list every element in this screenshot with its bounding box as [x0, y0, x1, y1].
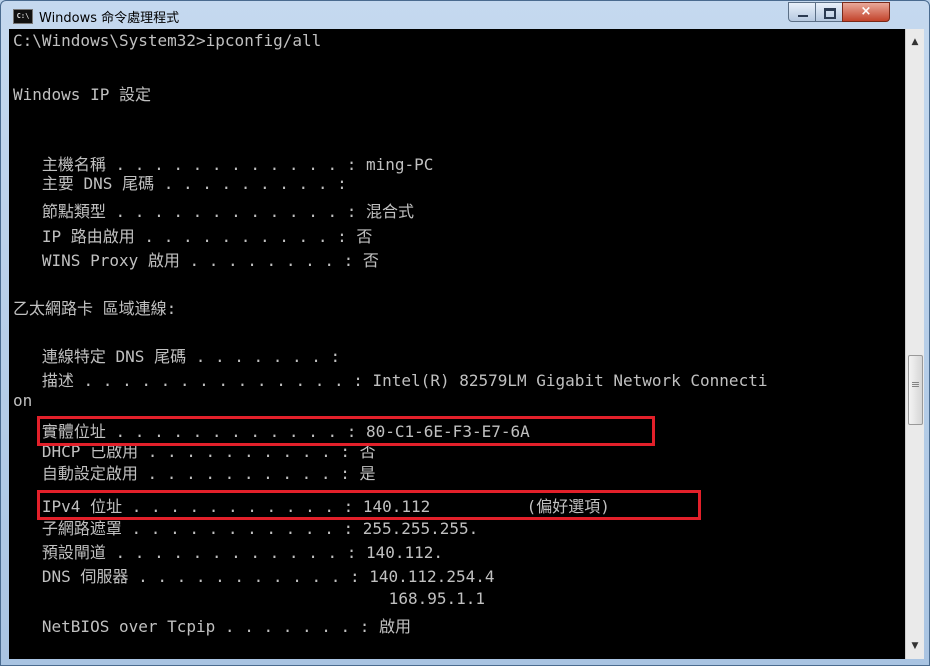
scroll-thumb[interactable] — [908, 355, 923, 425]
console-line: 連線特定 DNS 尾碼 . . . . . . . : — [13, 347, 341, 366]
maximize-button[interactable] — [815, 2, 843, 22]
scroll-up-icon[interactable]: ▲ — [906, 33, 924, 51]
console-line: 主要 DNS 尾碼 . . . . . . . . . : — [13, 174, 347, 193]
console-line: C:\Windows\System32>ipconfig/all — [13, 31, 322, 50]
console-line: on — [13, 391, 33, 410]
console-line: DNS 伺服器 . . . . . . . . . . . : 140.112.… — [13, 567, 495, 586]
console-line: 自動設定啟用 . . . . . . . . . . : 是 — [13, 464, 376, 483]
console-line: WINS Proxy 啟用 . . . . . . . . : 否 — [13, 251, 379, 270]
vertical-scrollbar[interactable]: ▲ ▼ — [905, 29, 924, 659]
console-line: 乙太網路卡 區域連線: — [13, 299, 177, 318]
window-title: Windows 命令處理程式 — [39, 11, 180, 26]
minimize-icon — [789, 3, 815, 21]
highlight-ipv4-address — [37, 490, 701, 520]
scroll-down-icon[interactable]: ▼ — [906, 637, 924, 655]
cmd-icon[interactable]: C:\ — [13, 9, 33, 24]
console-line: 子網路遮罩 . . . . . . . . . . . : 255.255.25… — [13, 519, 479, 538]
maximize-icon — [816, 3, 842, 21]
console-line: 168.95.1.1 — [13, 589, 486, 608]
close-icon: × — [860, 4, 872, 19]
title-bar[interactable]: C:\ Windows 命令處理程式 × — [1, 1, 929, 29]
command-prompt-window: C:\ Windows 命令處理程式 × C:\Windows\System32… — [0, 0, 930, 666]
console-line: 主機名稱 . . . . . . . . . . . . : ming-PC — [13, 155, 434, 174]
console-line: NetBIOS over Tcpip . . . . . . . : 啟用 — [13, 617, 412, 636]
console-line: 節點類型 . . . . . . . . . . . . : 混合式 — [13, 202, 414, 221]
console-line: IP 路由啟用 . . . . . . . . . . : 否 — [13, 227, 373, 246]
close-button[interactable]: × — [842, 2, 890, 22]
console-line: 預設閘道 . . . . . . . . . . . . : 140.112. — [13, 543, 444, 562]
console-line: 描述 . . . . . . . . . . . . . . : Intel(R… — [13, 371, 768, 390]
highlight-physical-address — [37, 416, 655, 446]
console-line: Windows IP 設定 — [13, 85, 151, 104]
console-output[interactable]: C:\Windows\System32>ipconfig/all Windows… — [9, 29, 905, 659]
minimize-button[interactable] — [788, 2, 816, 22]
